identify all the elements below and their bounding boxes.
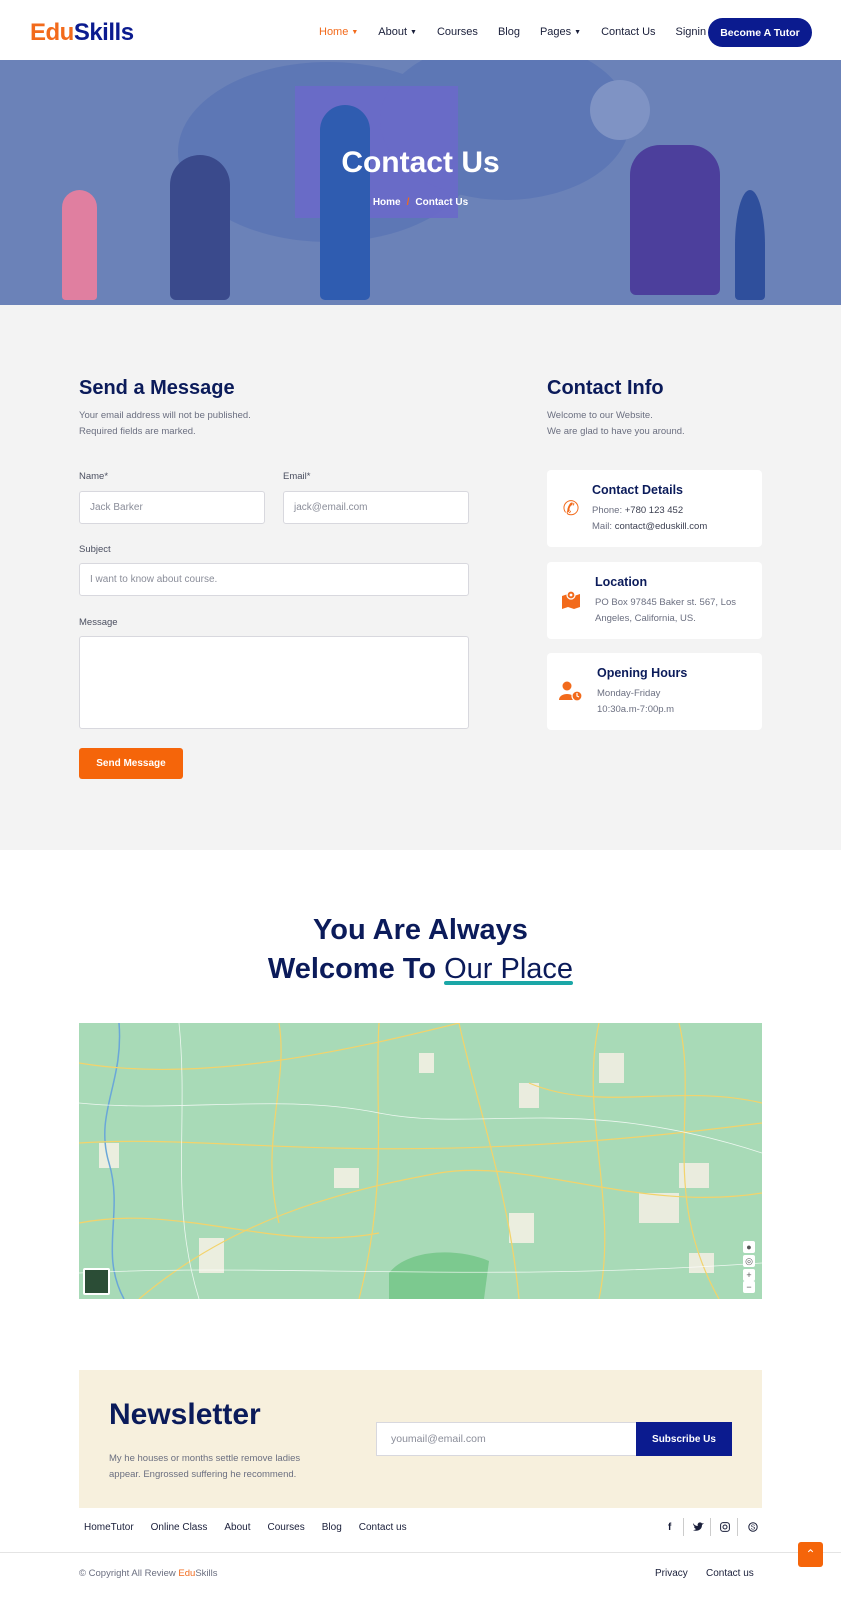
send-message-button[interactable]: Send Message bbox=[79, 748, 183, 779]
footer-link[interactable]: Contact us bbox=[359, 1522, 407, 1533]
info-note: We are glad to have you around. bbox=[547, 426, 685, 437]
satellite-toggle[interactable] bbox=[83, 1268, 110, 1295]
newsletter-email-input[interactable]: youmail@email.com bbox=[376, 1422, 637, 1456]
nav-blog[interactable]: Blog bbox=[498, 26, 520, 38]
welcome-heading-line1: You Are Always bbox=[313, 914, 528, 946]
newsletter-text: My he houses or months settle remove lad… bbox=[109, 1453, 301, 1480]
skype-icon[interactable]: S bbox=[748, 1522, 758, 1535]
location-map[interactable]: ● ◎ + − bbox=[79, 1023, 762, 1299]
form-note: Your email address will not be published… bbox=[79, 410, 251, 421]
zoom-out-button[interactable]: − bbox=[743, 1281, 755, 1293]
nav-about[interactable]: About ▼ bbox=[378, 26, 417, 38]
footer-divider bbox=[0, 1552, 841, 1553]
phone-number[interactable]: +780 123 452 bbox=[625, 505, 683, 516]
chevron-up-icon: ⌃ bbox=[805, 1547, 816, 1561]
form-title: Send a Message bbox=[79, 377, 235, 399]
map-marker-icon bbox=[559, 589, 583, 613]
subject-label: Subject bbox=[79, 544, 111, 555]
contact-details-card: ✆ Contact Details Phone: +780 123 452 Ma… bbox=[547, 470, 762, 547]
welcome-heading-line2: Welcome To Our Place bbox=[267, 953, 574, 985]
map-pegman-icon[interactable]: ● bbox=[743, 1241, 755, 1253]
instagram-icon[interactable] bbox=[720, 1522, 730, 1535]
chevron-down-icon: ▼ bbox=[410, 29, 417, 36]
footer-nav: HomeTutor Online Class About Courses Blo… bbox=[84, 1522, 424, 1533]
opening-hours-card: Opening Hours Monday-Friday 10:30a.m-7:0… bbox=[547, 653, 762, 730]
nav-courses[interactable]: Courses bbox=[437, 26, 478, 38]
email-link[interactable]: contact@eduskill.com bbox=[615, 521, 708, 532]
info-note: Welcome to our Website. bbox=[547, 410, 653, 421]
copyright: © Copyright All Review EduSkills bbox=[79, 1568, 218, 1579]
page-title: Contact Us bbox=[341, 146, 500, 179]
form-note: Required fields are marked. bbox=[79, 426, 196, 437]
location-card: Location PO Box 97845 Baker st. 567, Los… bbox=[547, 562, 762, 639]
hero-banner: Contact Us Home / Contact Us bbox=[0, 60, 841, 305]
footer-link[interactable]: HomeTutor bbox=[84, 1522, 134, 1533]
email-field[interactable]: jack@email.com bbox=[283, 491, 469, 524]
nav-signin[interactable]: Signin bbox=[676, 26, 707, 38]
nav-pages[interactable]: Pages ▼ bbox=[540, 26, 581, 38]
logo[interactable]: EduSkills bbox=[30, 19, 134, 47]
subject-field[interactable]: I want to know about course. bbox=[79, 563, 469, 596]
svg-text:S: S bbox=[751, 1525, 756, 1532]
newsletter-box: Newsletter My he houses or months settle… bbox=[79, 1370, 762, 1508]
twitter-icon[interactable] bbox=[693, 1522, 704, 1535]
name-label: Name* bbox=[79, 471, 109, 482]
facebook-icon[interactable]: f bbox=[668, 1522, 671, 1533]
footer-link[interactable]: Blog bbox=[322, 1522, 342, 1533]
message-textarea[interactable] bbox=[79, 636, 469, 729]
zoom-in-button[interactable]: + bbox=[743, 1269, 755, 1281]
footer-link[interactable]: Courses bbox=[268, 1522, 305, 1533]
info-title: Contact Info bbox=[547, 377, 664, 399]
become-tutor-button[interactable]: Become A Tutor bbox=[708, 18, 812, 47]
email-label: Email* bbox=[283, 471, 311, 482]
footer-contact-link[interactable]: Contact us bbox=[706, 1568, 754, 1579]
back-to-top-button[interactable]: ⌃ bbox=[798, 1542, 823, 1567]
phone-icon: ✆ bbox=[562, 498, 580, 520]
nav-home[interactable]: Home ▼ bbox=[319, 26, 358, 38]
footer-link[interactable]: Online Class bbox=[151, 1522, 208, 1533]
nav-contact[interactable]: Contact Us bbox=[601, 26, 655, 38]
site-header: EduSkills Home ▼ About ▼ Courses Blog Page… bbox=[0, 0, 841, 60]
name-field[interactable]: Jack Barker bbox=[79, 491, 265, 524]
chevron-down-icon: ▼ bbox=[351, 29, 359, 36]
subscribe-button[interactable]: Subscribe Us bbox=[636, 1422, 732, 1456]
chevron-down-icon: ▼ bbox=[574, 29, 582, 36]
newsletter-title: Newsletter bbox=[109, 1398, 261, 1431]
breadcrumb-current: Contact Us bbox=[415, 197, 469, 208]
footer-link[interactable]: About bbox=[224, 1522, 250, 1533]
breadcrumb: Home / Contact Us bbox=[372, 197, 469, 208]
main-nav: Home ▼ About ▼ Courses Blog Pages ▼ Contact… bbox=[319, 26, 726, 38]
breadcrumb-home[interactable]: Home bbox=[373, 197, 401, 208]
privacy-link[interactable]: Privacy bbox=[655, 1568, 688, 1579]
user-clock-icon bbox=[559, 680, 583, 704]
map-locate-icon[interactable]: ◎ bbox=[743, 1255, 755, 1267]
message-label: Message bbox=[79, 617, 118, 628]
